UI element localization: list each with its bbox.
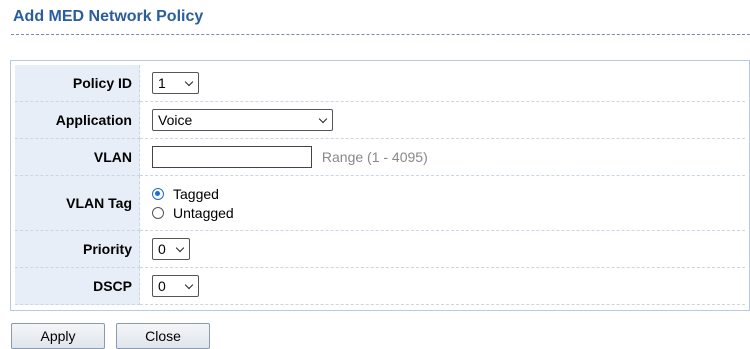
policy-id-label: Policy ID xyxy=(15,65,140,102)
page-title: Add MED Network Policy xyxy=(13,8,204,25)
form-row-vlan-tag: VLAN Tag Tagged Untagged xyxy=(15,176,745,231)
chevron-down-icon xyxy=(185,79,193,87)
form-panel: Policy ID 1 Application Voice VLAN Range… xyxy=(10,60,750,311)
chevron-down-icon xyxy=(176,245,184,253)
priority-select[interactable]: 0 xyxy=(152,238,190,260)
policy-form: Policy ID 1 Application Voice VLAN Range… xyxy=(15,65,745,305)
priority-label: Priority xyxy=(15,231,140,268)
vlan-range-hint: Range (1 - 4095) xyxy=(321,149,428,165)
vlan-input[interactable] xyxy=(152,146,312,168)
radio-tagged-button[interactable] xyxy=(152,187,164,200)
radio-tagged[interactable]: Tagged xyxy=(152,184,745,203)
application-value: Voice xyxy=(158,112,193,128)
vlan-label: VLAN xyxy=(15,139,140,176)
application-label: Application xyxy=(15,102,140,139)
form-row-policy-id: Policy ID 1 xyxy=(15,65,745,102)
form-row-dscp: DSCP 0 xyxy=(15,268,745,305)
application-select[interactable]: Voice xyxy=(152,109,333,131)
chevron-down-icon xyxy=(185,282,193,290)
apply-button[interactable]: Apply xyxy=(11,323,105,349)
radio-tagged-label: Tagged xyxy=(173,185,219,202)
close-button[interactable]: Close xyxy=(116,323,210,349)
title-divider xyxy=(11,34,750,35)
vlan-tag-label: VLAN Tag xyxy=(15,176,140,231)
dscp-value: 0 xyxy=(158,278,166,294)
radio-untagged-label: Untagged xyxy=(173,204,234,221)
priority-value: 0 xyxy=(158,241,166,257)
radio-untagged-button[interactable] xyxy=(152,206,164,219)
form-row-vlan: VLAN Range (1 - 4095) xyxy=(15,139,745,176)
dscp-label: DSCP xyxy=(15,268,140,305)
form-row-priority: Priority 0 xyxy=(15,231,745,268)
dscp-select[interactable]: 0 xyxy=(152,275,199,297)
form-row-application: Application Voice xyxy=(15,102,745,139)
chevron-down-icon xyxy=(319,116,327,124)
policy-id-select[interactable]: 1 xyxy=(152,72,199,94)
radio-untagged[interactable]: Untagged xyxy=(152,203,745,222)
policy-id-value: 1 xyxy=(158,75,166,91)
